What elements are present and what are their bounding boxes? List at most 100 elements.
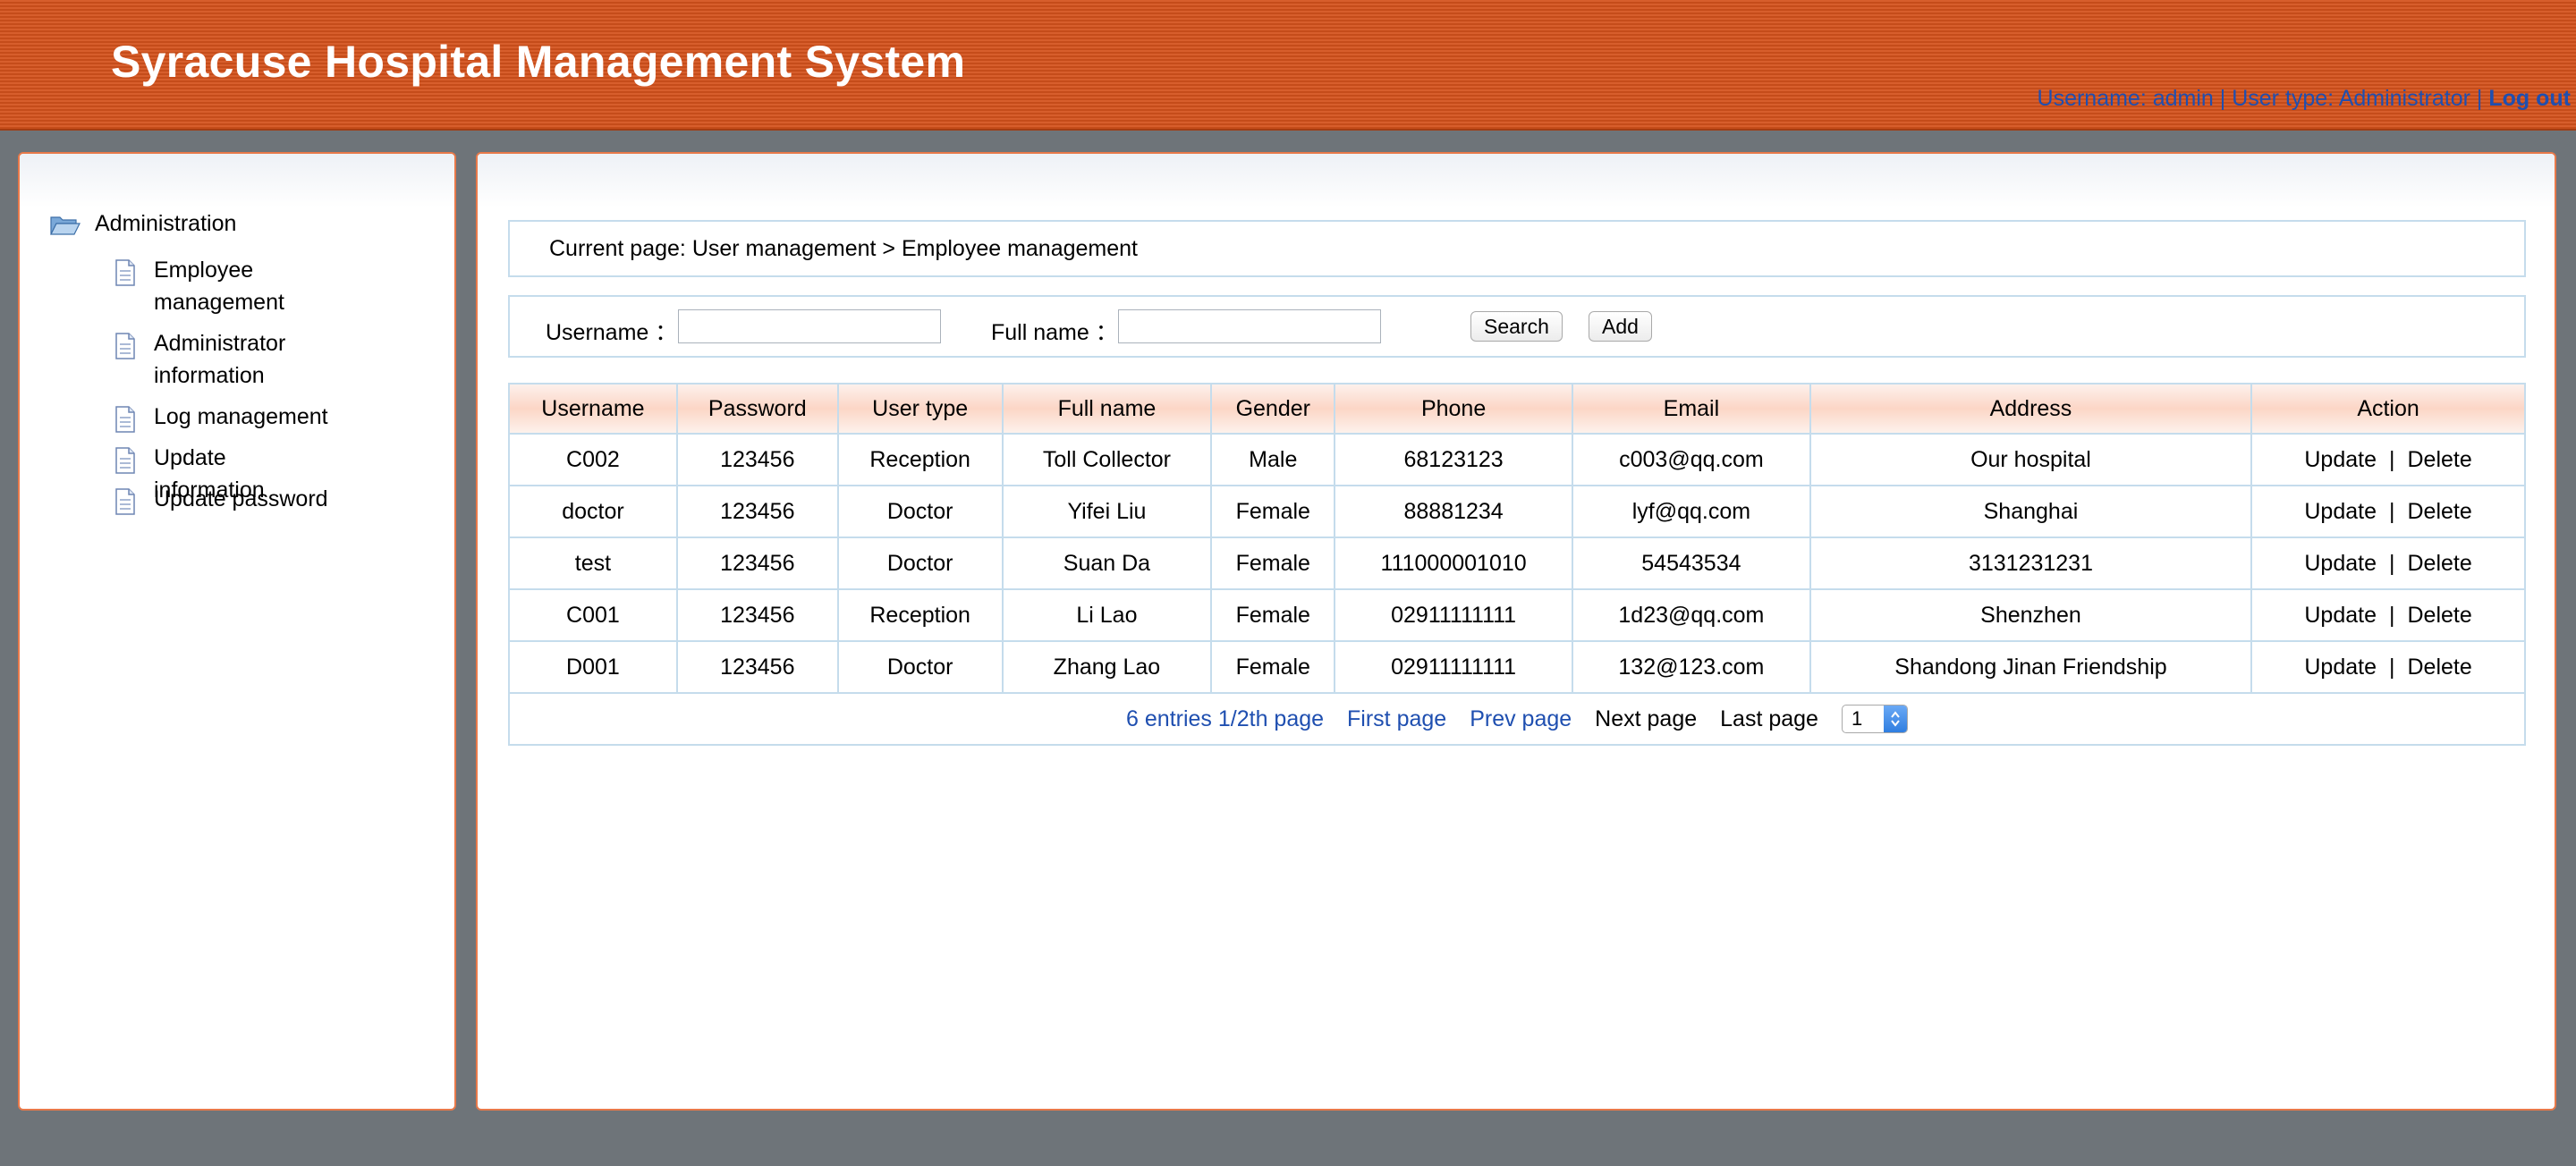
table-row: test 123456 Doctor Suan Da Female 111000…: [508, 537, 2526, 590]
sidebar-item-administrator-information[interactable]: Administrator information: [114, 327, 333, 392]
cell-phone: 88881234: [1334, 485, 1573, 538]
delete-link[interactable]: Delete: [2407, 499, 2471, 524]
cell-action: Update | Delete: [2250, 485, 2526, 538]
cell-address: Shanghai: [1809, 485, 2253, 538]
cell-address: Our hospital: [1809, 433, 2253, 486]
sidebar-item-label: Employee management: [154, 258, 284, 315]
employee-table: Username Password User type Full name Ge…: [508, 383, 2526, 746]
fullname-search-input[interactable]: [1118, 309, 1381, 343]
table-row: D001 123456 Doctor Zhang Lao Female 0291…: [508, 640, 2526, 694]
user-info-text: Username: admin | User type: Administrat…: [2037, 86, 2489, 111]
cell-gender: Female: [1210, 537, 1336, 590]
document-icon: [115, 447, 135, 474]
app-title: Syracuse Hospital Management System: [111, 37, 966, 87]
cell-address: Shenzhen: [1809, 588, 2253, 642]
cell-address: 3131231231: [1809, 537, 2253, 590]
cell-username: test: [508, 537, 678, 590]
cell-username: doctor: [508, 485, 678, 538]
sidebar-item-label: Log management: [154, 404, 328, 429]
cell-user-type: Doctor: [836, 640, 1004, 694]
update-link[interactable]: Update: [2304, 655, 2377, 680]
cell-email: c003@qq.com: [1572, 433, 1811, 486]
sidebar-root-label: Administration: [95, 211, 237, 236]
column-header: Email: [1572, 383, 1811, 435]
breadcrumb: Current page: User management > Employee…: [508, 220, 2526, 277]
add-button[interactable]: Add: [1589, 311, 1652, 342]
prev-page-link[interactable]: Prev page: [1470, 706, 1572, 732]
cell-full-name: Suan Da: [1001, 537, 1213, 590]
column-header: Password: [675, 383, 839, 435]
cell-email: 132@123.com: [1572, 640, 1811, 694]
action-separator: |: [2388, 654, 2395, 680]
first-page-link[interactable]: First page: [1347, 706, 1446, 732]
cell-user-type: Doctor: [836, 485, 1004, 538]
cell-gender: Female: [1210, 485, 1336, 538]
cell-phone: 02911111111: [1334, 588, 1573, 642]
column-header: Gender: [1210, 383, 1336, 435]
username-search-input[interactable]: [678, 309, 941, 343]
cell-action: Update | Delete: [2250, 640, 2526, 694]
table-row: C002 123456 Reception Toll Collector Mal…: [508, 433, 2526, 486]
document-icon: [115, 333, 135, 359]
page-select-value: 1: [1851, 707, 1863, 730]
main-content: Current page: User management > Employee…: [476, 152, 2556, 1111]
cell-gender: Female: [1210, 640, 1336, 694]
delete-link[interactable]: Delete: [2407, 551, 2471, 576]
search-form: Username ： Full name ： Search Add: [508, 295, 2526, 358]
search-button[interactable]: Search: [1470, 311, 1563, 342]
page-select[interactable]: 1: [1841, 705, 1908, 733]
cell-user-type: Reception: [836, 433, 1004, 486]
update-link[interactable]: Update: [2304, 603, 2377, 628]
sidebar-item-update-password[interactable]: Update password: [114, 483, 333, 515]
user-info: Username: admin | User type: Administrat…: [2038, 86, 2571, 112]
cell-full-name: Li Lao: [1001, 588, 1213, 642]
update-link[interactable]: Update: [2304, 447, 2377, 472]
cell-full-name: Zhang Lao: [1001, 640, 1213, 694]
cell-password: 123456: [675, 433, 839, 486]
last-page-link[interactable]: Last page: [1720, 706, 1818, 732]
cell-password: 123456: [675, 640, 839, 694]
action-separator: |: [2388, 446, 2395, 472]
column-header: User type: [836, 383, 1004, 435]
sidebar-root-administration[interactable]: Administration: [50, 211, 236, 237]
folder-open-icon: [50, 215, 80, 235]
fullname-label: Full name ：: [991, 320, 1118, 345]
cell-email: 1d23@qq.com: [1572, 588, 1811, 642]
cell-full-name: Yifei Liu: [1001, 485, 1213, 538]
cell-email: 54543534: [1572, 537, 1811, 590]
update-link[interactable]: Update: [2304, 551, 2377, 576]
cell-gender: Male: [1210, 433, 1336, 486]
next-page-link[interactable]: Next page: [1595, 706, 1697, 732]
cell-gender: Female: [1210, 588, 1336, 642]
delete-link[interactable]: Delete: [2407, 603, 2471, 628]
cell-action: Update | Delete: [2250, 537, 2526, 590]
sidebar-item-label: Update password: [154, 486, 328, 511]
table-row: doctor 123456 Doctor Yifei Liu Female 88…: [508, 485, 2526, 538]
action-separator: |: [2388, 498, 2395, 524]
sidebar-item-label: Administrator information: [154, 331, 286, 388]
cell-phone: 111000001010: [1334, 537, 1573, 590]
sidebar-item-log-management[interactable]: Log management: [114, 401, 333, 433]
username-label: Username ：: [546, 320, 678, 345]
pager-row: 6 entries 1/2th page First page Prev pag…: [508, 692, 2526, 746]
delete-link[interactable]: Delete: [2407, 447, 2471, 472]
cell-action: Update | Delete: [2250, 433, 2526, 486]
logout-link[interactable]: Log out: [2488, 86, 2571, 111]
pager-info: 6 entries 1/2th page: [1126, 706, 1325, 731]
cell-username: C002: [508, 433, 678, 486]
column-header: Action: [2250, 383, 2526, 435]
cell-password: 123456: [675, 537, 839, 590]
pagination: 6 entries 1/2th page First page Prev pag…: [510, 705, 2524, 733]
cell-email: lyf@qq.com: [1572, 485, 1811, 538]
column-header: Address: [1809, 383, 2253, 435]
update-link[interactable]: Update: [2304, 499, 2377, 524]
app-header: Syracuse Hospital Management System User…: [0, 0, 2576, 131]
sidebar-item-employee-management[interactable]: Employee management: [114, 254, 333, 318]
cell-phone: 68123123: [1334, 433, 1573, 486]
cell-phone: 02911111111: [1334, 640, 1573, 694]
action-separator: |: [2388, 602, 2395, 628]
pager-cell: 6 entries 1/2th page First page Prev pag…: [508, 692, 2526, 746]
delete-link[interactable]: Delete: [2407, 655, 2471, 680]
column-header: Full name: [1001, 383, 1213, 435]
column-header: Username: [508, 383, 678, 435]
